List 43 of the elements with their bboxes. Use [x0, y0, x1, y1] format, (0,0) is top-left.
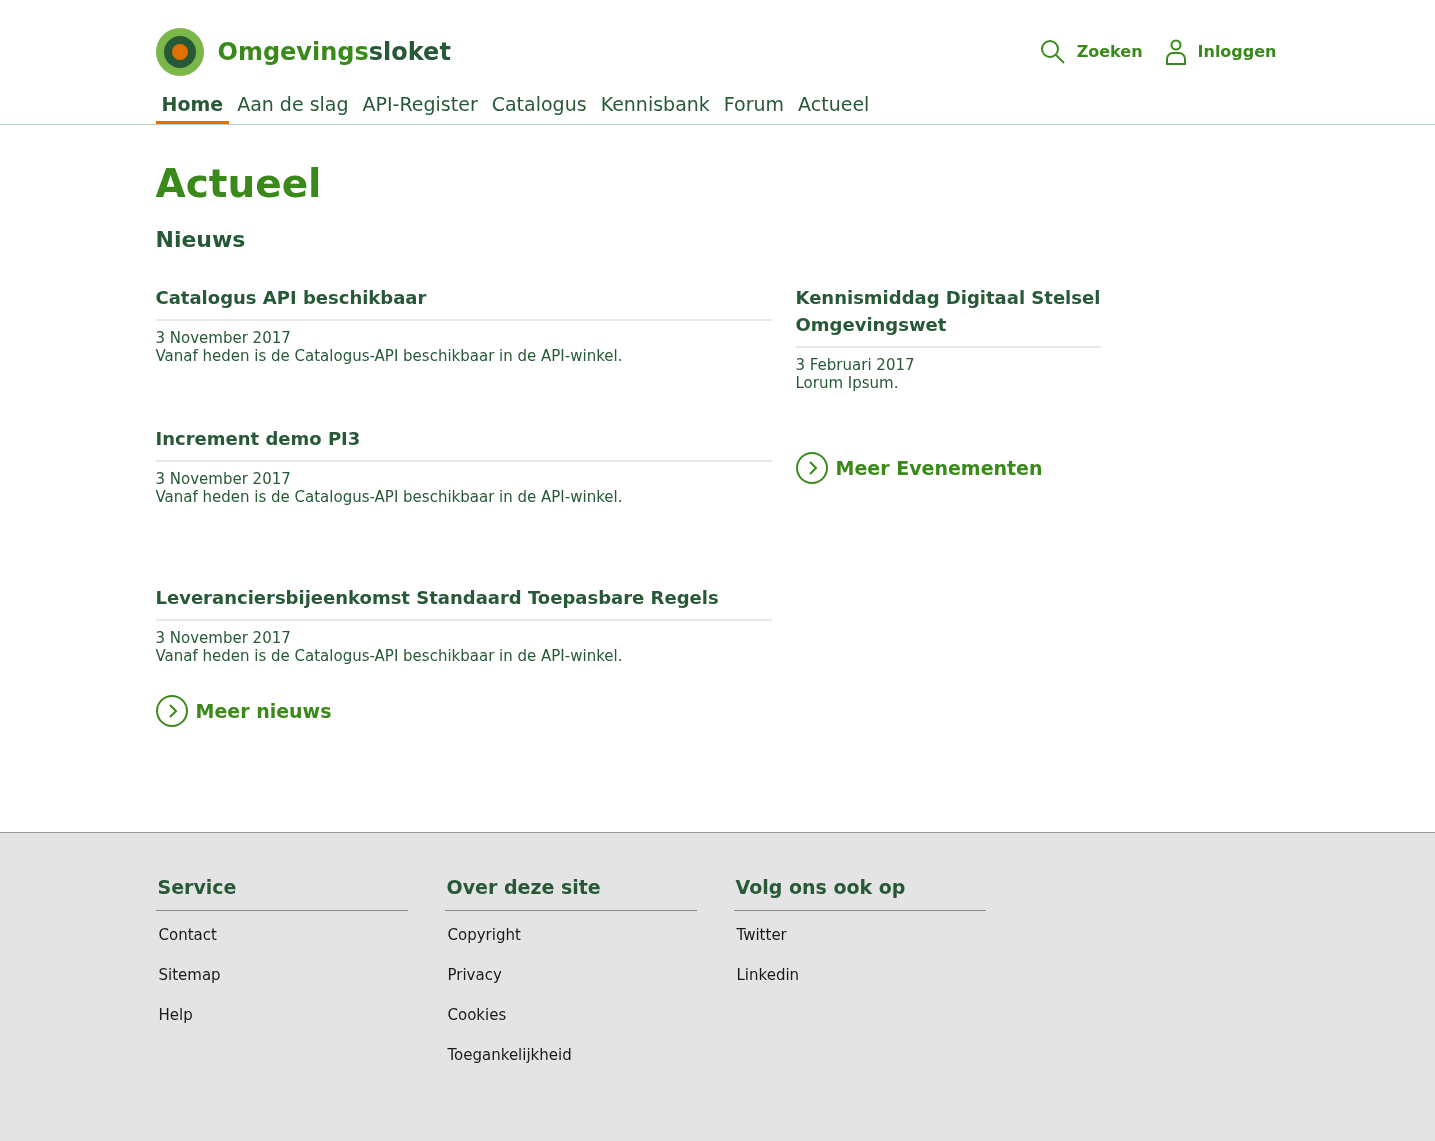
article-date: 3 November 2017 — [155, 629, 292, 648]
footer-link[interactable]: Linkedin — [736, 963, 983, 986]
search-icon — [1039, 39, 1066, 65]
article-title[interactable]: Kennismiddag Digitaal Stelsel Omgevingswet — [795, 284, 1101, 349]
chevron-circle-icon — [155, 695, 188, 728]
logo-icon — [155, 28, 204, 76]
footer-link[interactable]: Sitemap — [158, 963, 405, 986]
chevron-circle-icon — [795, 452, 828, 485]
footer-link[interactable]: Privacy — [447, 963, 694, 986]
article-summary: Vanaf heden is de Catalogus-API beschikbaar in de API-winkel. — [155, 647, 624, 666]
nav-tab[interactable]: Home — [155, 90, 230, 124]
article-summary: Lorum Ipsum. — [795, 374, 900, 393]
footer-link[interactable]: Cookies — [447, 1003, 694, 1026]
nav-tab[interactable]: Catalogus — [485, 90, 593, 124]
article-date: 3 Februari 2017 — [795, 356, 916, 375]
user-icon — [1164, 39, 1187, 65]
footer-link[interactable]: Contact — [158, 923, 405, 946]
footer-link[interactable]: Help — [158, 1003, 405, 1026]
site-logo-text: Omgevingssloket — [217, 37, 451, 68]
nav-tab[interactable]: Forum — [717, 90, 791, 124]
footer-link[interactable]: Copyright — [447, 923, 694, 946]
article-title[interactable]: Increment demo PI3 — [155, 425, 772, 463]
login-button[interactable]: Inloggen — [1164, 39, 1277, 65]
article-date: 3 November 2017 — [155, 329, 292, 348]
article-summary: Vanaf heden is de Catalogus-API beschikbaar in de API-winkel. — [155, 347, 624, 366]
search-button[interactable]: Zoeken — [1039, 39, 1143, 65]
nav-tab[interactable]: Kennisbank — [594, 90, 716, 124]
article-title[interactable]: Catalogus API beschikbaar — [155, 284, 772, 322]
footer-heading: Service — [155, 873, 408, 911]
more-events-link[interactable]: Meer Evenementen — [795, 452, 1101, 485]
section-heading: Nieuws — [155, 226, 247, 255]
article-summary: Vanaf heden is de Catalogus-API beschikbaar in de API-winkel. — [155, 488, 624, 507]
nav-tab[interactable]: Actueel — [792, 90, 876, 124]
article-title[interactable]: Leveranciersbijeenkomst Standaard Toepasbare Regels — [155, 584, 772, 622]
page-title: Actueel — [155, 162, 323, 206]
more-news-link[interactable]: Meer nieuws — [155, 695, 772, 728]
nav-tab[interactable]: Aan de slag — [231, 90, 355, 124]
footer-heading: Volg ons ook op — [733, 873, 986, 911]
footer-heading: Over deze site — [444, 873, 697, 911]
nav-tab[interactable]: API-Register — [356, 90, 484, 124]
footer-link[interactable]: Twitter — [736, 923, 983, 946]
article-date: 3 November 2017 — [155, 470, 292, 489]
footer-link[interactable]: Toegankelijkheid — [447, 1043, 694, 1066]
